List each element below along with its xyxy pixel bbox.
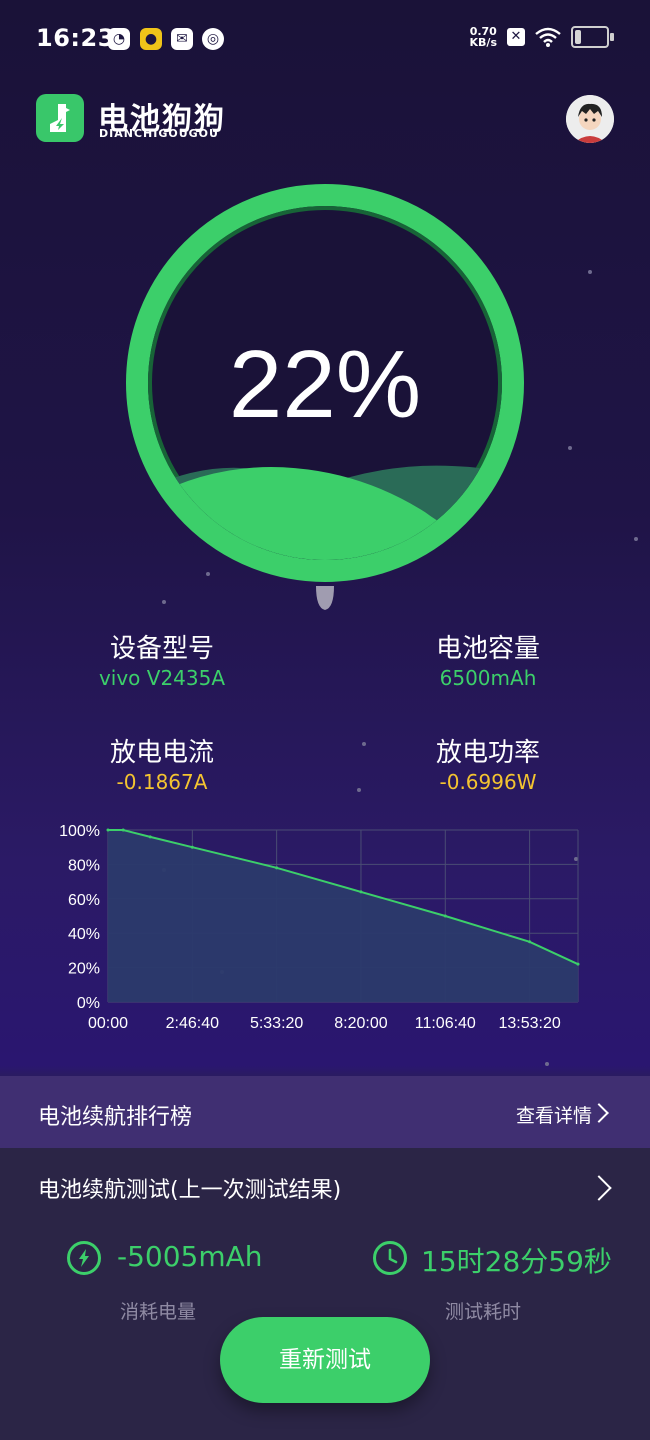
test-title: 电池续航测试(上一次测试结果) <box>38 1178 342 1203</box>
no-sim-icon: ✕ <box>507 28 525 46</box>
y-tick-label: 80% <box>68 857 100 874</box>
capacity-value: 6500mAh <box>439 666 537 690</box>
x-tick-label: 13:53:20 <box>498 1015 560 1032</box>
x-tick-label: 00:00 <box>88 1015 128 1032</box>
clock-icon <box>373 1241 407 1275</box>
x-tick-label: 2:46:40 <box>166 1015 219 1032</box>
chart-point <box>359 890 363 894</box>
y-tick-label: 60% <box>68 892 100 909</box>
battery-icon <box>571 26 614 48</box>
status-time: 16:23 <box>36 24 115 52</box>
app-notification-icon: ● <box>140 28 162 50</box>
chevron-right-icon[interactable] <box>586 1175 612 1201</box>
duration-label: 测试耗时 <box>445 1301 522 1323</box>
avatar-icon[interactable] <box>566 95 614 143</box>
power-label: 放电功率 <box>435 738 540 768</box>
chart-point <box>275 866 279 870</box>
retest-button[interactable]: 重新测试 <box>220 1317 430 1403</box>
duration-value: 15时28分59秒 <box>421 1245 612 1278</box>
wifi-icon <box>535 27 561 47</box>
ranking-detail-link[interactable]: 查看详情 <box>516 1101 592 1128</box>
chart-point <box>148 835 152 839</box>
chart-point <box>106 828 110 832</box>
net-speed: 0.70 KB/s <box>469 25 497 49</box>
chart-area <box>108 830 578 1002</box>
chart-point <box>443 914 447 918</box>
current-value: -0.1867A <box>116 770 208 794</box>
discharge-chart: 100% 80% 60% 40% 20% 0% 00:00 2:46:40 5:33:20 8:2… <box>59 823 580 1032</box>
notification-icon: ◔ <box>108 28 130 50</box>
current-label: 放电电流 <box>109 738 214 768</box>
battery-percent: 22% <box>228 331 422 438</box>
x-tick-label: 11:06:40 <box>415 1015 476 1032</box>
app-subtitle: DIANCHIGOUGOU <box>99 127 219 140</box>
consumed-label: 消耗电量 <box>120 1301 197 1323</box>
ranking-title: 电池续航排行榜 <box>38 1105 193 1130</box>
chart-point <box>576 962 580 966</box>
power-value: -0.6996W <box>439 770 537 794</box>
compass-icon: ◎ <box>202 28 224 50</box>
chart-point <box>121 828 125 832</box>
x-tick-label: 5:33:20 <box>250 1015 303 1032</box>
device-model-value: vivo V2435A <box>98 666 226 690</box>
device-model-label: 设备型号 <box>109 634 214 664</box>
status-right: 0.70 KB/s ✕ <box>470 26 614 48</box>
chart-point <box>528 940 532 944</box>
y-tick-label: 40% <box>68 926 100 943</box>
mail-icon: ✉ <box>171 28 193 50</box>
y-tick-label: 0% <box>77 995 100 1012</box>
app-logo-icon <box>36 94 84 142</box>
y-tick-label: 100% <box>59 823 100 840</box>
consumed-value: -5005mAh <box>117 1240 263 1273</box>
capacity-label: 电池容量 <box>435 634 540 664</box>
y-tick-label: 20% <box>68 961 100 978</box>
chart-point <box>190 845 194 849</box>
gauge-pointer <box>316 586 334 610</box>
status-bar: 16:23 ◔ ● ✉ ◎ 0.70 KB/s ✕ <box>0 0 650 80</box>
bolt-icon <box>67 1241 101 1275</box>
x-tick-label: 8:20:00 <box>334 1015 387 1032</box>
